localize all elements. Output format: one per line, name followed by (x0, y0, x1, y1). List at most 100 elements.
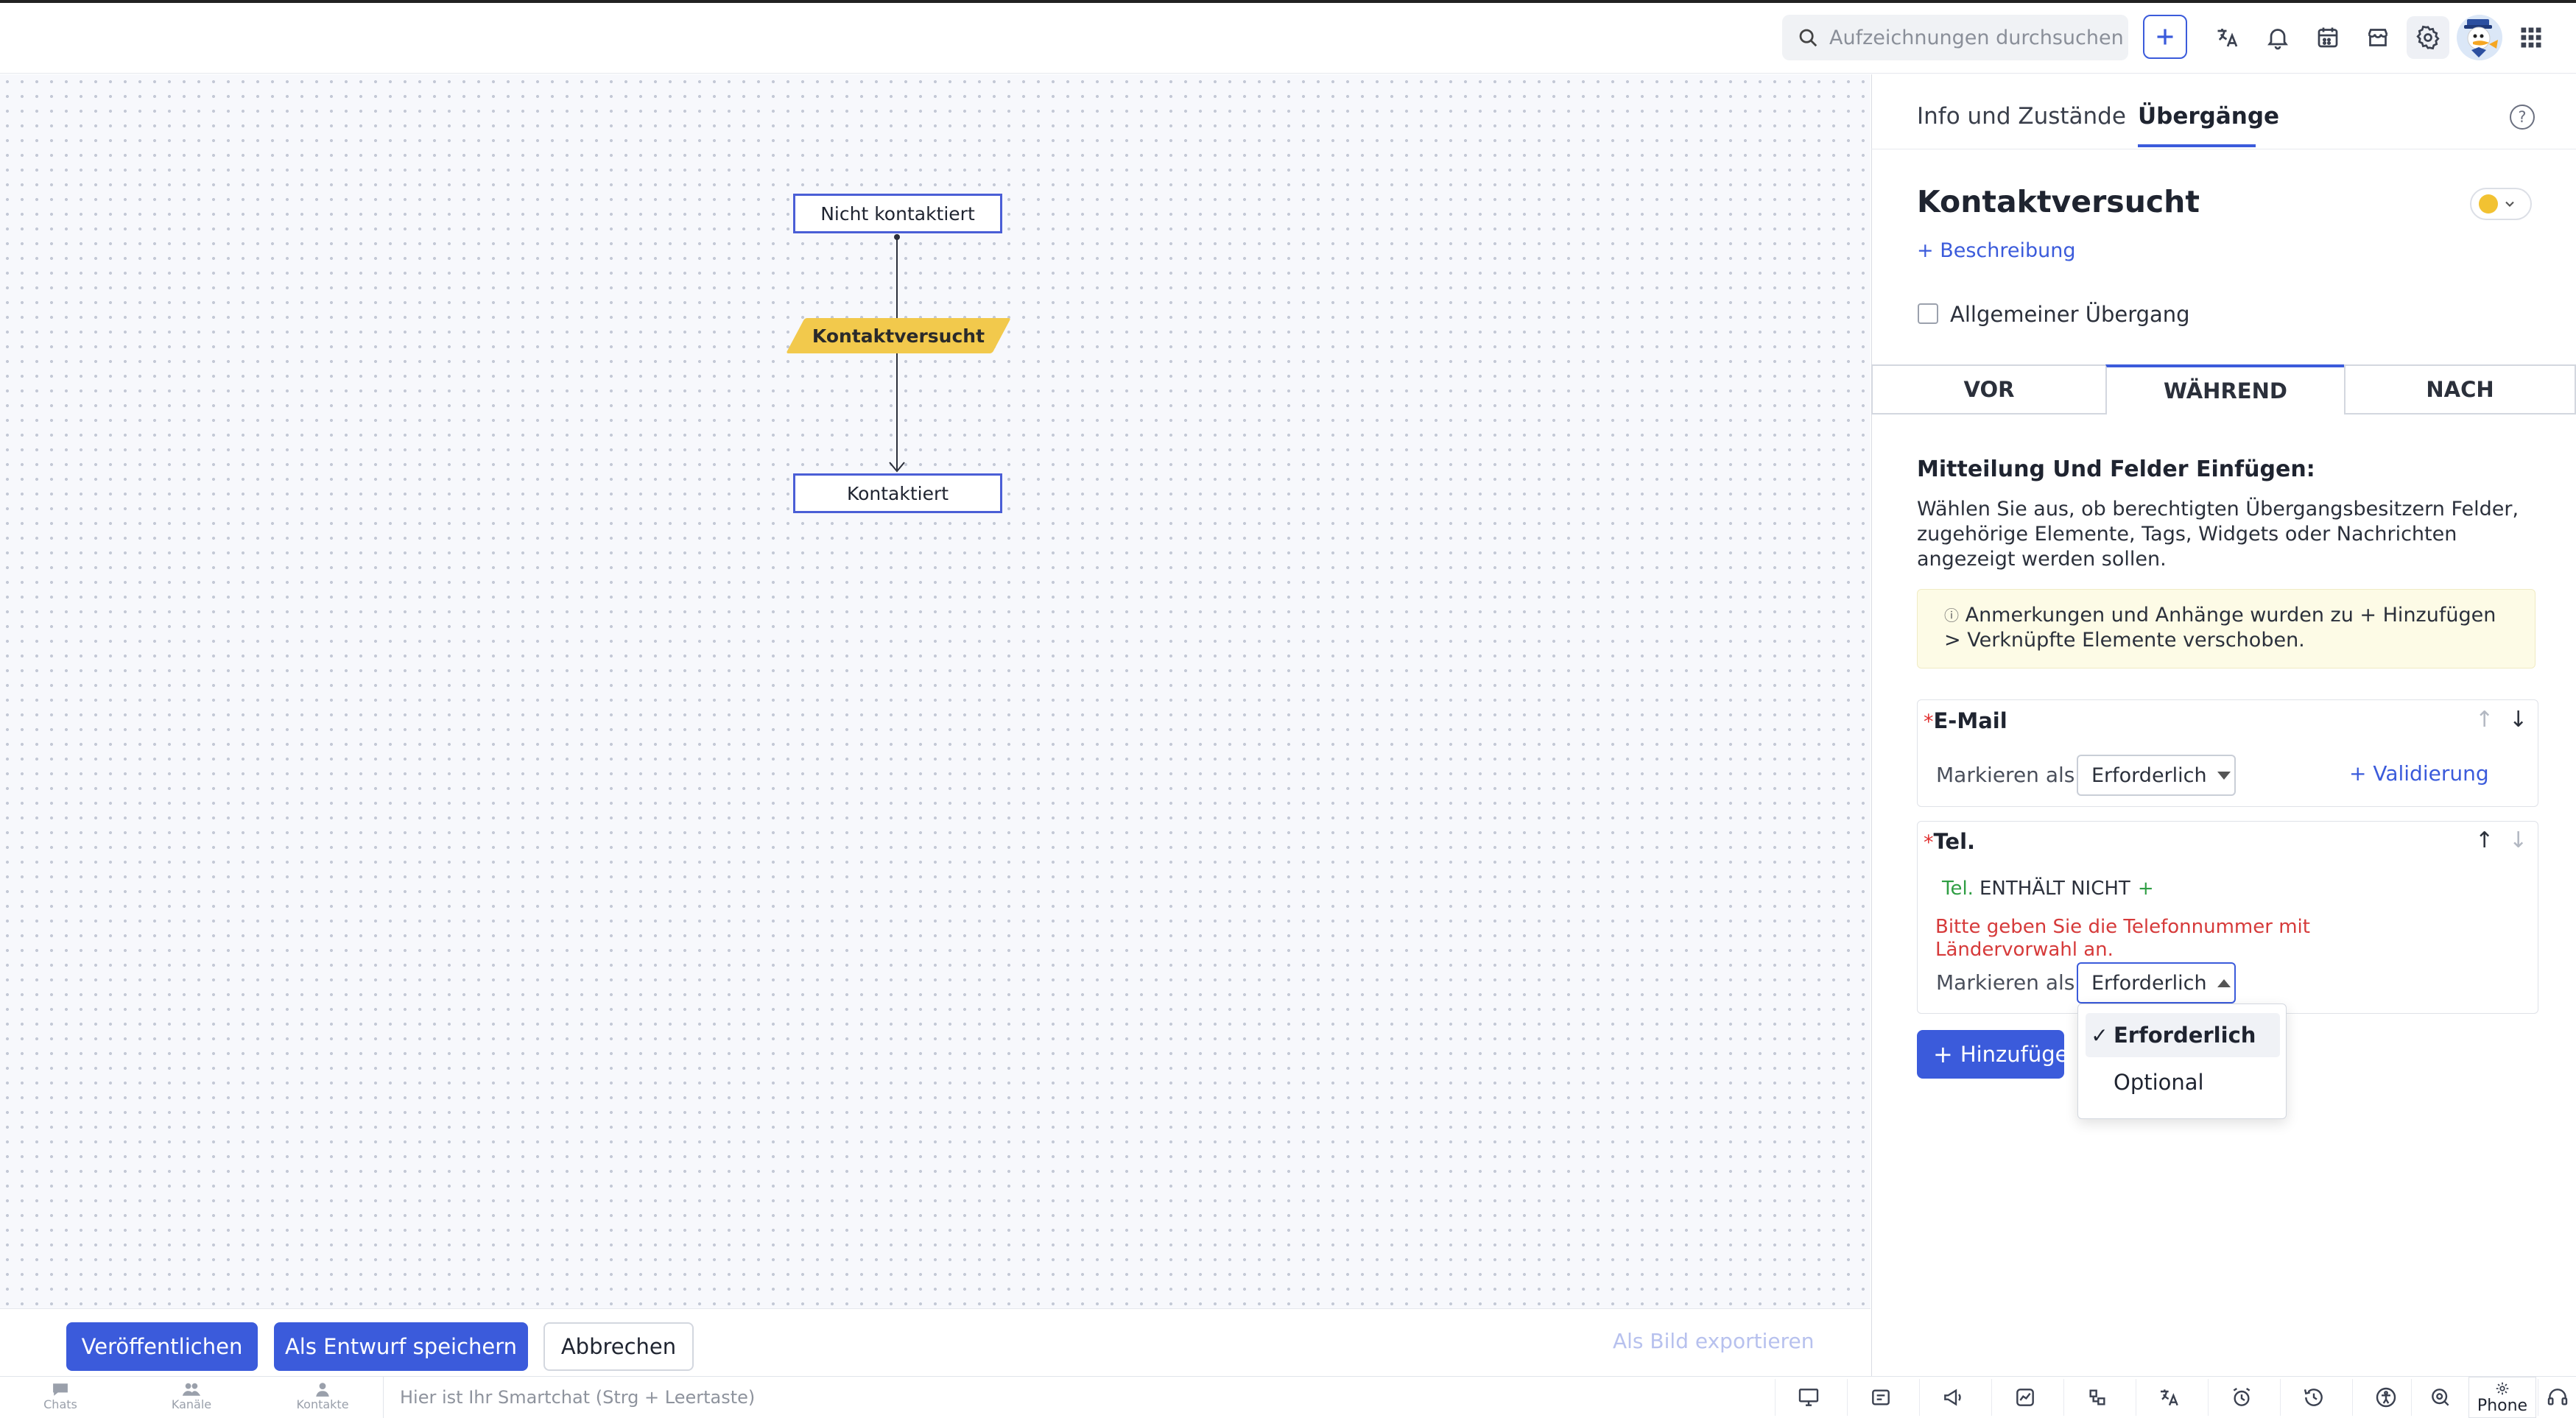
segment-waehrend[interactable]: WÄHREND (2105, 364, 2346, 415)
active-tab-indicator (2138, 144, 2256, 147)
ticket-icon (1871, 1389, 1890, 1405)
marketplace-button[interactable] (2357, 16, 2399, 59)
statusbar-analytics[interactable] (1991, 1379, 2058, 1416)
add-description-link[interactable]: + Beschreibung (1917, 239, 2076, 262)
select-value: Erforderlich (2091, 763, 2207, 787)
avatar-duck-icon (2464, 19, 2498, 57)
checkmark-icon: ✓ (2091, 1023, 2108, 1048)
statusbar-label: Kanäle (171, 1397, 212, 1411)
caret-down-icon (2217, 771, 2231, 780)
calendar-icon (2318, 27, 2338, 48)
avatar[interactable] (2457, 15, 2502, 60)
statusbar-channels[interactable]: Kanäle (147, 1381, 236, 1411)
tab-info-states[interactable]: Info und Zustände (1917, 103, 2126, 130)
settings-button[interactable] (2407, 16, 2449, 59)
field-condition[interactable]: Tel. ENTHÄLT NICHT + (1942, 878, 2154, 900)
notifications-button[interactable] (2256, 16, 2299, 59)
publish-button[interactable]: Veröffentlichen (66, 1322, 258, 1371)
state-node-nicht-kontaktiert[interactable]: Nicht kontaktiert (793, 194, 1002, 233)
megaphone-icon (1943, 1389, 1961, 1406)
statusbar-screen-share[interactable] (1775, 1379, 1841, 1416)
add-button[interactable] (2143, 15, 2187, 59)
mark-as-select-email[interactable]: Erforderlich (2077, 755, 2236, 796)
accessibility-icon (2376, 1387, 2396, 1408)
option-label: Optional (2114, 1070, 2204, 1095)
mark-as-select-tel[interactable]: Erforderlich (2077, 962, 2236, 1003)
statusbar-label: Kontakte (296, 1397, 349, 1411)
help-icon[interactable]: ? (2510, 105, 2535, 130)
statusbar-phone[interactable]: Phone (2468, 1377, 2536, 1418)
field-name: E-Mail (1933, 708, 2007, 733)
bell-icon (2267, 29, 2288, 50)
translate-button[interactable] (2206, 16, 2249, 59)
calendar-button[interactable] (2306, 16, 2349, 59)
alarm-clock-icon (2233, 1388, 2250, 1406)
group-icon (182, 1383, 201, 1396)
segment-vor[interactable]: VOR (1871, 364, 2107, 415)
search-box[interactable] (1782, 15, 2128, 60)
statusbar-contacts[interactable]: Kontakte (278, 1381, 367, 1411)
required-mark: * (1924, 831, 1934, 854)
blueprint-canvas[interactable] (0, 74, 1871, 1308)
statusbar-workflow[interactable] (2063, 1379, 2130, 1416)
tab-transitions[interactable]: Übergänge (2138, 103, 2279, 130)
statusbar-zia[interactable] (2411, 1379, 2468, 1416)
export-image-link[interactable]: Als Bild exportieren (1613, 1329, 1814, 1353)
transition-title: Kontaktversucht (1917, 184, 2200, 219)
field-header-email: *E-Mail (1924, 708, 2007, 733)
color-swatch (2479, 194, 2498, 214)
field-name: Tel. (1933, 829, 1976, 854)
move-up-icon[interactable]: ↑ (2475, 707, 2494, 733)
store-icon (2368, 29, 2388, 46)
flow-icon (2088, 1389, 2105, 1405)
mark-as-dropdown: ✓ Erforderlich Optional (2077, 1003, 2287, 1119)
section-title: Mitteilung Und Felder Einfügen: (1917, 456, 2315, 482)
transition-label: Kontaktversucht (812, 325, 985, 347)
statusbar-alarm[interactable] (2208, 1379, 2274, 1416)
statusbar-translate[interactable] (2136, 1379, 2202, 1416)
statusbar-tickets[interactable] (1847, 1379, 1913, 1416)
error-message: Bitte geben Sie die Telefonnummer mit Lä… (1935, 916, 2310, 961)
translate-icon (2217, 29, 2238, 47)
section-description: Wählen Sie aus, ob berechtigten Übergang… (1917, 498, 2519, 571)
state-node-kontaktiert[interactable]: Kontaktiert (793, 473, 1002, 513)
add-button-panel[interactable]: + Hinzufügen (1917, 1030, 2082, 1079)
statusbar-chats[interactable]: Chats (16, 1381, 105, 1411)
smartchat-bar[interactable] (383, 1376, 1775, 1418)
save-draft-button[interactable]: Als Entwurf speichern (274, 1322, 528, 1371)
general-transition-checkbox[interactable] (1918, 303, 1938, 324)
transition-node[interactable]: Kontaktversucht (786, 318, 1011, 353)
caret-up-icon (2217, 978, 2231, 987)
dropdown-option-erforderlich[interactable]: ✓ Erforderlich (2086, 1013, 2280, 1057)
required-mark: * (1924, 710, 1934, 733)
add-condition-button[interactable]: + (2138, 878, 2154, 900)
segment-nach[interactable]: NACH (2344, 364, 2576, 415)
move-down-icon[interactable]: ↓ (2509, 828, 2527, 853)
option-label: Erforderlich (2114, 1023, 2256, 1048)
statusbar-support[interactable] (2538, 1379, 2576, 1416)
monitor-icon (1798, 1389, 1818, 1406)
statusbar-accessibility[interactable] (2352, 1379, 2418, 1416)
search-icon (1799, 29, 1817, 47)
info-notice: ⓘ Anmerkungen und Anhänge wurden zu + Hi… (1917, 589, 2535, 669)
plus-icon (2157, 29, 2173, 45)
statusbar-label: Chats (43, 1397, 77, 1411)
color-picker[interactable] (2470, 188, 2532, 220)
add-validation-link[interactable]: + Validierung (2349, 761, 2489, 786)
info-text: Anmerkungen und Anhänge wurden zu + Hinz… (1944, 604, 2496, 652)
flow-connector (889, 234, 905, 473)
search-input[interactable] (1829, 26, 2124, 49)
statusbar-history[interactable] (2280, 1379, 2346, 1416)
apps-grid-button[interactable] (2510, 16, 2552, 59)
search-assist-icon (2431, 1389, 2449, 1406)
headset-icon (2547, 1389, 2567, 1405)
statusbar-announcements[interactable] (1919, 1379, 1985, 1416)
grid-icon (2521, 27, 2541, 48)
cancel-button[interactable]: Abbrechen (543, 1322, 694, 1371)
phone-label: Phone (2477, 1396, 2528, 1415)
smartchat-input[interactable] (400, 1386, 1725, 1408)
move-up-icon[interactable]: ↑ (2475, 828, 2494, 853)
move-down-icon[interactable]: ↓ (2509, 707, 2527, 733)
dropdown-option-optional[interactable]: Optional (2086, 1060, 2280, 1104)
translate-icon (2160, 1389, 2178, 1406)
